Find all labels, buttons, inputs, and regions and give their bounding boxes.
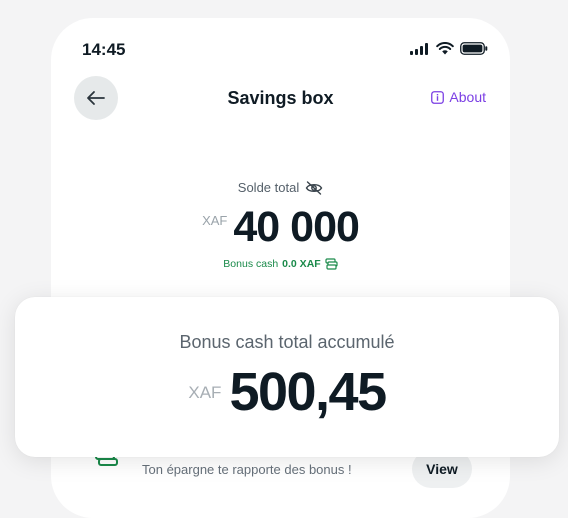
bonus-cash-line: Bonus cash 0.0 XAF xyxy=(51,258,510,270)
bonus-cash-value: 0.0 XAF xyxy=(282,258,321,270)
status-time: 14:45 xyxy=(82,40,126,59)
balance-label: Solde total xyxy=(237,180,300,195)
eye-off-icon[interactable] xyxy=(305,180,323,195)
bonus-cash-label: Bonus cash xyxy=(223,258,279,270)
cellular-signal-icon xyxy=(410,42,428,55)
bonus-total-amount: 500,45 xyxy=(229,362,387,422)
cash-stack-icon xyxy=(325,258,338,270)
balance-amount: 40 000 xyxy=(233,203,360,251)
wifi-icon xyxy=(436,42,454,55)
bonus-cash-card: Bonus cash total accumulé XAF 500,45 xyxy=(15,297,559,457)
about-label: About xyxy=(449,89,486,105)
promo-row-text: Ton épargne te rapporte des bonus ! xyxy=(142,462,352,477)
balance-currency: XAF xyxy=(202,213,228,228)
bonus-total-amount-row: XAF 500,45 xyxy=(15,361,559,423)
balance-amount-row: XAF 40 000 xyxy=(51,203,510,252)
bonus-total-currency: XAF xyxy=(188,383,222,402)
info-icon xyxy=(431,90,445,104)
about-button[interactable]: About xyxy=(431,89,486,105)
battery-icon xyxy=(460,42,488,55)
status-icons xyxy=(410,42,488,55)
balance-label-row: Solde total xyxy=(51,180,510,195)
bonus-total-label: Bonus cash total accumulé xyxy=(179,332,395,352)
